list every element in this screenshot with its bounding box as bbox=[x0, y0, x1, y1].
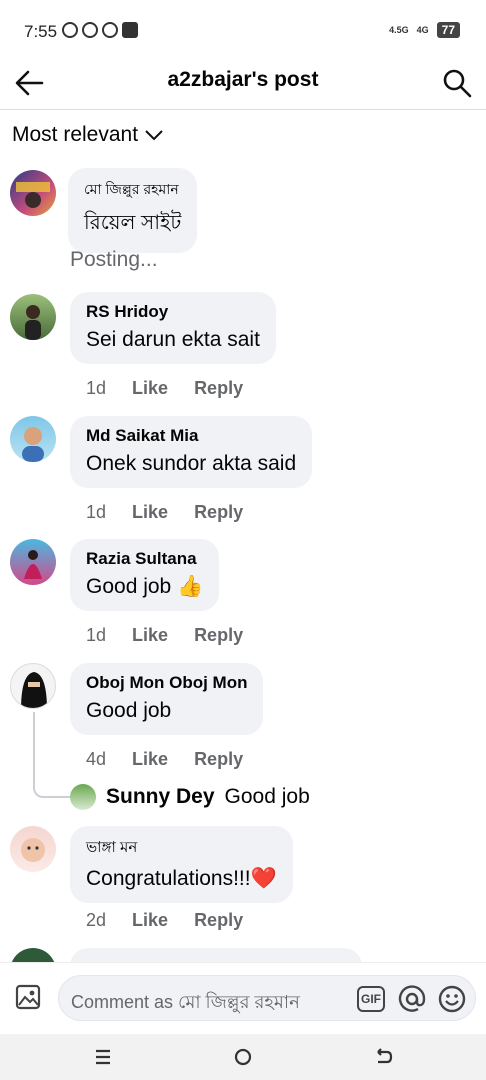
page-title: a2zbajar's post bbox=[167, 68, 319, 91]
comment-text: Onek sundor akta said bbox=[86, 452, 297, 475]
reply-button[interactable]: Reply bbox=[194, 749, 243, 770]
notification-icons bbox=[62, 22, 138, 38]
posting-status: Posting... bbox=[70, 248, 158, 271]
comment-author[interactable]: RS Hridoy bbox=[86, 302, 260, 322]
comment-text: Good job 👍 bbox=[86, 575, 204, 598]
search-icon[interactable] bbox=[440, 66, 474, 100]
comment-age: 1d bbox=[86, 502, 107, 522]
top-app-bar: a2zbajar's post bbox=[0, 60, 486, 110]
avatar[interactable] bbox=[10, 416, 56, 462]
avatar[interactable] bbox=[10, 539, 56, 585]
back-icon[interactable] bbox=[370, 1044, 396, 1070]
comment-actions: 1d Like Reply bbox=[86, 625, 243, 646]
comment-bubble[interactable]: Razia Sultana Good job 👍 bbox=[70, 539, 220, 611]
like-button[interactable]: Like bbox=[132, 749, 168, 770]
system-navigation-bar bbox=[0, 1034, 486, 1080]
emoji-icon[interactable] bbox=[437, 984, 467, 1014]
comment-age: 2d bbox=[86, 910, 107, 930]
comment-text: Good job bbox=[86, 699, 172, 722]
comment-actions: 2d Like Reply bbox=[86, 910, 243, 931]
like-button[interactable]: Like bbox=[132, 910, 168, 931]
comment-author[interactable]: মো জিল্লুর রহমান bbox=[84, 178, 181, 202]
avatar[interactable] bbox=[10, 170, 56, 216]
comment-text: Sei darun ekta sait bbox=[86, 328, 260, 351]
signal-icon-2: 4G bbox=[416, 24, 429, 35]
like-button[interactable]: Like bbox=[132, 378, 168, 399]
gif-button[interactable]: GIF bbox=[357, 986, 385, 1012]
reply-button[interactable]: Reply bbox=[194, 378, 243, 399]
comment-bubble[interactable]: Md Saikat Mia Onek sundor akta said bbox=[70, 416, 313, 488]
comment-composer: Comment as মো জিল্লুর রহমান GIF bbox=[0, 962, 486, 1034]
status-time: 7:55 bbox=[24, 22, 58, 41]
reply-button[interactable]: Reply bbox=[194, 502, 243, 523]
comment-age: 1d bbox=[86, 378, 107, 398]
comment-actions: 1d Like Reply bbox=[86, 378, 243, 399]
mention-icon[interactable] bbox=[397, 984, 427, 1014]
like-button[interactable]: Like bbox=[132, 502, 168, 523]
vivo-icon bbox=[122, 22, 138, 38]
comment-input-placeholder: Comment as মো জিল্লুর রহমান bbox=[71, 992, 300, 1012]
battery-icon: 77 bbox=[436, 22, 460, 38]
chrome-icon bbox=[102, 22, 118, 38]
comment-age: 4d bbox=[86, 749, 107, 769]
comment-input[interactable]: Comment as মো জিল্লুর রহমান GIF bbox=[58, 975, 476, 1021]
comment-bubble[interactable]: ভাঙ্গা মন Congratulations!!!❤️ bbox=[70, 826, 293, 903]
facebook-icon bbox=[82, 22, 98, 38]
comment-bubble[interactable]: Oboj Mon Oboj Mon Good job bbox=[70, 663, 264, 735]
whatsapp-icon bbox=[62, 22, 78, 38]
avatar[interactable] bbox=[10, 826, 56, 872]
status-bar: 7:55 4.5G 4G 77 bbox=[0, 0, 486, 60]
image-icon[interactable] bbox=[14, 983, 42, 1011]
reply-button[interactable]: Reply bbox=[194, 910, 243, 931]
comment-author[interactable]: Md Saikat Mia bbox=[86, 426, 296, 446]
sort-filter-label: Most relevant bbox=[12, 123, 139, 146]
signal-icon-1: 4.5G bbox=[389, 24, 409, 35]
menu-icon[interactable] bbox=[90, 1044, 116, 1070]
comment-bubble[interactable]: মো জিল্লুর রহমান রিয়েল সাইট bbox=[68, 168, 198, 253]
comment-actions: 1d Like Reply bbox=[86, 502, 243, 523]
reply-thread-connector bbox=[33, 712, 71, 798]
avatar[interactable] bbox=[10, 663, 56, 709]
comment-text: Congratulations!!!❤️ bbox=[86, 867, 277, 890]
chevron-down-icon bbox=[145, 130, 163, 141]
reply-text: Good job bbox=[224, 785, 310, 808]
sort-filter-dropdown[interactable]: Most relevant bbox=[12, 123, 164, 147]
comment-bubble[interactable]: RS Hridoy Sei darun ekta sait bbox=[70, 292, 276, 364]
avatar[interactable] bbox=[10, 294, 56, 340]
reply-author: Sunny Dey bbox=[106, 785, 215, 808]
like-button[interactable]: Like bbox=[132, 625, 168, 646]
home-icon[interactable] bbox=[230, 1044, 256, 1070]
comment-text: রিয়েল সাইট bbox=[84, 212, 182, 234]
status-right: 4.5G 4G 77 bbox=[389, 22, 460, 38]
comment-age: 1d bbox=[86, 625, 107, 645]
comment-author[interactable]: Oboj Mon Oboj Mon bbox=[86, 673, 247, 693]
comment-actions: 4d Like Reply bbox=[86, 749, 243, 770]
reply-preview[interactable]: Sunny Dey Good job bbox=[70, 784, 310, 810]
comment-author[interactable]: Razia Sultana bbox=[86, 549, 203, 569]
reply-button[interactable]: Reply bbox=[194, 625, 243, 646]
avatar bbox=[70, 784, 96, 810]
comment-author[interactable]: ভাঙ্গা মন bbox=[86, 836, 277, 861]
